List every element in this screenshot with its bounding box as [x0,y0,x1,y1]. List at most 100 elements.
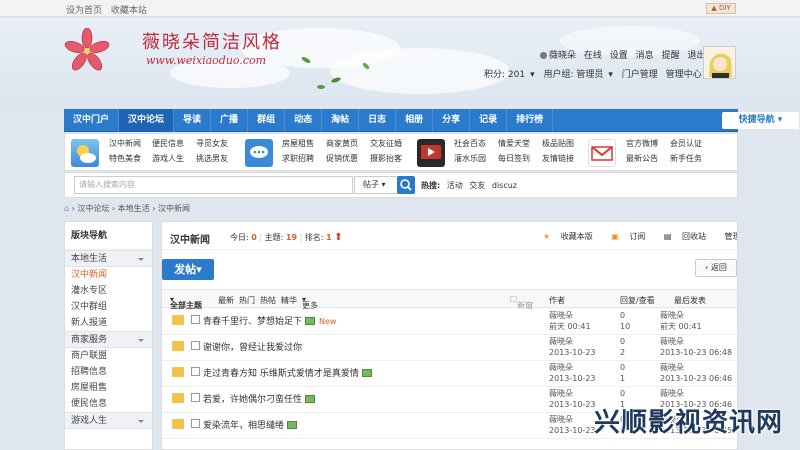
thread-title[interactable]: 若爱，许她偶尔刁蛮任性 [203,395,302,405]
nav-ranking[interactable]: 排行榜 [507,109,554,132]
sub-link-water[interactable]: 灌水乐园 [454,153,486,164]
search-input[interactable]: 请输入搜索内容 [74,176,353,194]
subscribe-button[interactable]: ▣ 订阅 [611,232,653,241]
nav-forum[interactable]: 汉中论坛 [119,109,175,132]
messages-link[interactable]: 消息 [636,51,654,61]
author-name[interactable]: 薇晓朵 [549,414,596,425]
sub-link-photo[interactable]: 摄影抬客 [370,153,402,164]
thread-row[interactable]: 青春千里行、梦想始足下 New 薇晓朵 前天 00:41 0 10 薇晓朵 前天 00:41 [162,309,737,335]
diy-button[interactable]: ▲ DIY [706,3,736,14]
nav-share[interactable]: 分享 [433,109,471,132]
nav-guide[interactable]: 导读 [174,109,212,132]
online-status[interactable]: 在线 [584,51,602,61]
sidebar-item-water[interactable]: 灌水专区 [65,283,152,299]
author-name[interactable]: 薇晓朵 [549,310,591,321]
search-type-select[interactable]: 帖子 ▾ [354,176,399,194]
sidebar-item-groups[interactable]: 汉中群组 [65,299,152,315]
thread-title[interactable]: 青春千里行、梦想始足下 [203,317,302,327]
sub-link-gf[interactable]: 寻觅女友 [196,138,228,149]
last-poster[interactable]: 薇晓朵 [660,310,702,321]
sub-link-links[interactable]: 友情链接 [542,153,574,164]
sub-link-dating[interactable]: 交友征婚 [370,138,402,149]
sub-link-game[interactable]: 游戏人生 [152,153,184,164]
last-poster[interactable]: 薇晓朵 [660,362,732,373]
last-post-time[interactable]: 前天 00:41 [660,321,702,332]
favorite-link[interactable]: 收藏本站 [111,6,147,16]
sub-link-weibo[interactable]: 官方微博 [626,138,658,149]
sub-link-house[interactable]: 房屋租售 [282,138,314,149]
filter-digest[interactable]: 精华 [281,295,297,306]
search-button[interactable] [397,176,415,194]
sub-link-verify[interactable]: 会员认证 [670,138,702,149]
sub-link-promo[interactable]: 促销优惠 [326,153,358,164]
sidebar-item-merchants[interactable]: 商户联盟 [65,348,152,364]
hot-link[interactable]: 交友 [469,181,485,190]
sub-link-checkin[interactable]: 每日签到 [498,153,530,164]
filter-latest[interactable]: 最新 [218,295,234,306]
quick-nav-button[interactable]: 快捷导航 ▾ [722,112,799,129]
thread-checkbox[interactable] [191,341,200,350]
new-post-button[interactable]: 发帖▾ [162,259,214,280]
sidebar-item-jobs[interactable]: 招聘信息 [65,364,152,380]
notifications-link[interactable]: 提醒 [662,51,680,61]
thread-title[interactable]: 走过青春方知 乐维斯式爱情才是真爱情 [203,369,359,379]
favorite-forum-button[interactable]: ★ 收藏本版 [543,232,601,241]
site-logo[interactable]: 薇晓朵简洁风格 www.weixiaoduo.com [64,26,280,84]
nav-album[interactable]: 相册 [396,109,434,132]
thread-checkbox[interactable] [191,315,200,324]
sub-link-info[interactable]: 便民信息 [152,138,184,149]
breadcrumb-item[interactable]: 汉中论坛 [77,204,109,213]
sub-link-pics[interactable]: 极品贴图 [542,138,574,149]
thread-row[interactable]: 谢谢你，曾经让我爱过你 薇晓朵 2013-10-23 0 2 薇晓朵 2013-10-23 … [162,335,737,361]
sidebar-item-info[interactable]: 便民信息 [65,396,152,412]
hot-link[interactable]: 活动 [447,181,463,190]
admin-center-link[interactable]: 管理中心 [666,70,702,80]
sub-link-jobs[interactable]: 求职招聘 [282,153,314,164]
nav-records[interactable]: 记录 [470,109,508,132]
nav-broadcast[interactable]: 广播 [211,109,249,132]
nav-portal[interactable]: 汉中门户 [64,109,120,132]
thread-title[interactable]: 谢谢你，曾经让我爱过你 [203,343,302,353]
sidebar-group[interactable]: 本地生活 [65,250,152,267]
sub-link-notice[interactable]: 最新公告 [626,153,658,164]
nav-blog[interactable]: 日志 [359,109,397,132]
set-home-link[interactable]: 设为首页 [66,6,102,16]
sub-link-food[interactable]: 特色美食 [109,153,141,164]
sub-link-love[interactable]: 情爱天堂 [498,138,530,149]
thread-checkbox[interactable] [191,367,200,376]
back-button[interactable]: ‹ 返回 [695,259,737,277]
sub-link-news[interactable]: 汉中新闻 [109,138,141,149]
home-icon[interactable]: ⌂ [64,204,69,213]
author-name[interactable]: 薇晓朵 [549,388,596,399]
thread-checkbox[interactable] [191,393,200,402]
nav-collections[interactable]: 淘帖 [322,109,360,132]
sub-link-society[interactable]: 社会百态 [454,138,486,149]
sub-link-yellowpages[interactable]: 商家黄页 [326,138,358,149]
filter-hot[interactable]: 热门 [239,295,255,306]
points[interactable]: 积分: 201 [484,70,525,80]
sidebar-item-news[interactable]: 汉中新闻 [65,267,152,283]
nav-groups[interactable]: 群组 [248,109,286,132]
avatar[interactable] [703,46,736,79]
thread-checkbox[interactable] [191,419,200,428]
username[interactable]: 薇晓朵 [549,51,576,61]
recycle-bin-button[interactable]: ▤ 回收站 [664,232,714,241]
settings-link[interactable]: 设置 [610,51,628,61]
last-poster[interactable]: 薇晓朵 [660,336,732,347]
new-window-toggle[interactable]: ☐ 新窗 [510,295,533,310]
thread-row[interactable]: 走过青春方知 乐维斯式爱情才是真爱情 薇晓朵 2013-10-23 0 1 薇晓朵 2013… [162,361,737,387]
last-post-time[interactable]: 2013-10-23 06:48 [660,347,732,358]
sidebar-item-newbie[interactable]: 新人报道 [65,315,152,331]
thread-title[interactable]: 爱染流年，相思缱绻 [203,421,284,431]
sidebar-group[interactable]: 商家服务 [65,331,152,348]
manage-panel-button[interactable]: 管理面板 [725,232,737,241]
sub-link-tasks[interactable]: 新手任务 [670,153,702,164]
last-poster[interactable]: 薇晓朵 [660,388,732,399]
user-group[interactable]: 用户组: 管理员 [543,70,603,80]
hot-link[interactable]: discuz [492,181,517,190]
filter-hot-posts[interactable]: 热帖 [260,295,276,306]
nav-feed[interactable]: 动态 [285,109,323,132]
sidebar-group[interactable]: 游戏人生 [65,412,152,429]
sidebar-item-house[interactable]: 房屋租售 [65,380,152,396]
author-name[interactable]: 薇晓朵 [549,362,596,373]
